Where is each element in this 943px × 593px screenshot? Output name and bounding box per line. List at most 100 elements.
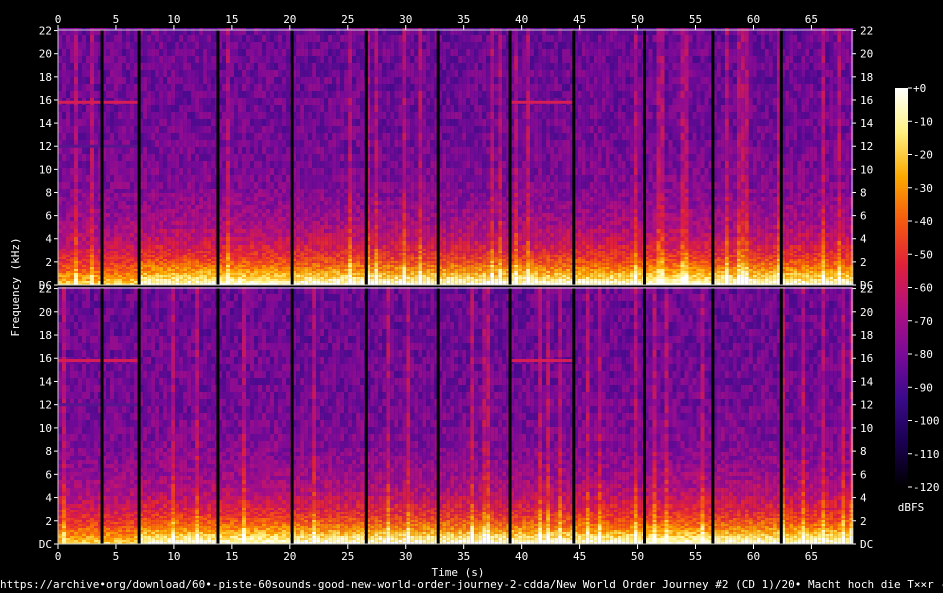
x-tick-label: 5 xyxy=(113,13,120,26)
y-tick-label: DC xyxy=(860,538,873,551)
y-tick-label: 8 xyxy=(860,445,867,458)
track-boundary xyxy=(436,30,440,285)
y-tick-label: 4 xyxy=(45,492,52,505)
colorbar-tick-label: -120 xyxy=(913,481,940,494)
y-tick-label: 18 xyxy=(39,329,52,342)
y-tick-label: 10 xyxy=(860,163,873,176)
x-tick-label: 15 xyxy=(225,13,238,26)
x-tick-label: 30 xyxy=(399,550,412,563)
y-tick-label: 8 xyxy=(45,445,52,458)
x-tick-label: 0 xyxy=(55,13,62,26)
track-boundary xyxy=(508,30,512,285)
y-axis-label: Frequency (kHz) xyxy=(9,237,22,336)
y-tick-label: 20 xyxy=(39,306,52,319)
y-tick-label: 4 xyxy=(860,492,867,505)
y-tick-label: 22 xyxy=(860,25,873,38)
y-tick-label: 12 xyxy=(860,140,873,153)
spectrogram-figure: 0055101015152020252530303535404045455050… xyxy=(0,0,943,593)
tone-line xyxy=(102,359,140,363)
y-tick-label: 20 xyxy=(39,48,52,61)
x-tick-label: 20 xyxy=(283,13,296,26)
tone-line xyxy=(58,100,103,104)
y-tick-label: 4 xyxy=(45,233,52,246)
y-tick-label: 22 xyxy=(39,283,52,296)
y-tick-label: 8 xyxy=(860,186,867,199)
x-tick-label: 35 xyxy=(457,13,470,26)
y-tick-label: 10 xyxy=(39,422,52,435)
colorbar-tick-label: -100 xyxy=(913,415,940,428)
track-boundary xyxy=(508,288,512,544)
x-tick-label: 60 xyxy=(747,550,760,563)
y-tick-label: 22 xyxy=(860,283,873,296)
track-boundary xyxy=(643,30,647,285)
colorbar-tick-label: +0 xyxy=(913,82,926,95)
tone-line xyxy=(510,100,574,104)
tone-line xyxy=(102,100,140,104)
x-tick-label: 35 xyxy=(457,550,470,563)
tone-line xyxy=(58,403,140,407)
x-tick-label: 45 xyxy=(573,13,586,26)
y-tick-label: 14 xyxy=(39,117,53,130)
colorbar-tick-label: -80 xyxy=(913,348,933,361)
colorbar-tick-label: -30 xyxy=(913,182,933,195)
colorbar-tick-label: -50 xyxy=(913,248,933,261)
spectrogram-channel-1 xyxy=(58,28,854,285)
y-tick-label: 4 xyxy=(860,233,867,246)
y-tick-label: 16 xyxy=(860,94,873,107)
track-boundary xyxy=(100,30,104,285)
y-tick-label: 12 xyxy=(39,140,52,153)
track-boundary xyxy=(643,288,647,544)
x-tick-label: 25 xyxy=(341,550,354,563)
colorbar-tick-label: -110 xyxy=(913,448,940,461)
tone-line xyxy=(58,359,103,363)
x-tick-label: 50 xyxy=(631,550,644,563)
y-tick-label: 20 xyxy=(860,48,873,61)
y-tick-label: 6 xyxy=(860,210,867,223)
y-tick-label: 6 xyxy=(860,468,867,481)
track-boundary xyxy=(572,30,576,285)
x-tick-label: 55 xyxy=(689,550,702,563)
y-tick-label: 20 xyxy=(860,306,873,319)
tone-line xyxy=(58,144,140,148)
track-boundary xyxy=(100,288,104,544)
y-tick-label: 6 xyxy=(45,210,52,223)
colorbar-scale xyxy=(895,88,908,487)
track-boundary xyxy=(290,30,294,285)
y-tick-label: 8 xyxy=(45,186,52,199)
y-tick-label: 14 xyxy=(39,375,53,388)
track-boundary xyxy=(572,288,576,544)
colorbar-label: dBFS xyxy=(898,501,925,514)
x-tick-label: 60 xyxy=(747,13,760,26)
y-tick-label: 12 xyxy=(39,399,52,412)
y-tick-label: 10 xyxy=(39,163,52,176)
y-tick-label: 22 xyxy=(39,25,52,38)
x-tick-label: 55 xyxy=(689,13,702,26)
track-boundary xyxy=(364,30,368,285)
colorbar-tick-label: -10 xyxy=(913,115,933,128)
colorbar-tick-label: -90 xyxy=(913,381,933,394)
y-tick-label: 2 xyxy=(45,515,52,528)
track-boundary xyxy=(779,288,783,544)
track-boundary xyxy=(436,288,440,544)
y-tick-label: 16 xyxy=(39,352,52,365)
y-tick-label: 6 xyxy=(45,468,52,481)
y-tick-label: 18 xyxy=(39,71,52,84)
y-tick-label: 18 xyxy=(860,71,873,84)
source-url: https://archive•org/download/60•-piste-6… xyxy=(0,578,943,591)
track-boundary xyxy=(711,30,715,285)
x-tick-label: 10 xyxy=(167,13,180,26)
x-tick-label: 65 xyxy=(805,550,818,563)
y-tick-label: 2 xyxy=(45,256,52,269)
y-tick-label: 16 xyxy=(860,352,873,365)
x-tick-label: 5 xyxy=(113,550,120,563)
track-boundary xyxy=(711,288,715,544)
colorbar-tick-label: -70 xyxy=(913,315,933,328)
x-tick-label: 25 xyxy=(341,13,354,26)
track-boundary xyxy=(216,30,220,285)
track-boundary xyxy=(290,288,294,544)
x-tick-label: 45 xyxy=(573,550,586,563)
x-tick-label: 0 xyxy=(55,550,62,563)
y-tick-label: 12 xyxy=(860,399,873,412)
track-boundary xyxy=(364,288,368,544)
y-tick-label: 14 xyxy=(860,117,874,130)
